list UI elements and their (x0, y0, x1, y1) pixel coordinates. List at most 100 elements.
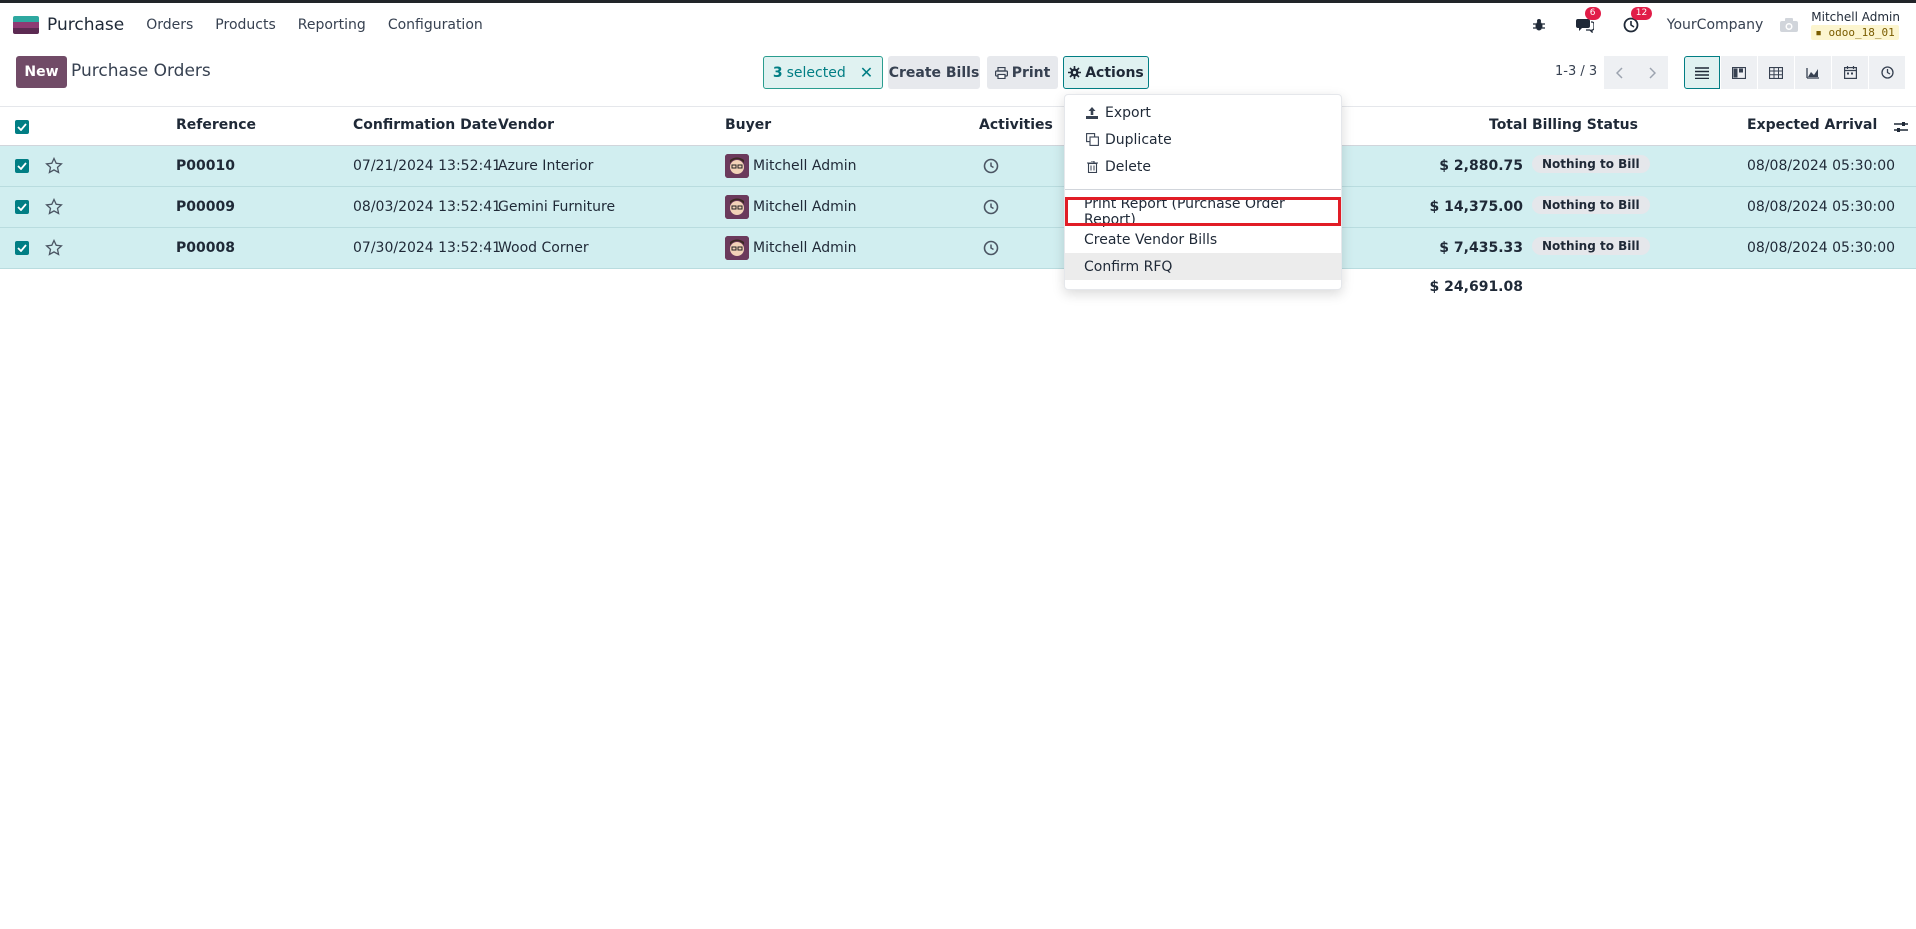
debug-bug-icon[interactable] (1529, 15, 1549, 35)
chevron-right-icon (1649, 66, 1656, 79)
menu-item-label: Print Report (Purchase Order Report) (1084, 195, 1285, 228)
activity-clock-icon[interactable] (983, 199, 999, 215)
pager-value[interactable]: 1-3 / 3 (1555, 64, 1597, 79)
list-view-icon (1695, 66, 1709, 79)
checkmark-icon (17, 244, 27, 252)
purchase-app-icon (13, 15, 39, 34)
create-bills-button[interactable]: Create Bills (888, 56, 980, 89)
activity-clock-icon[interactable] (983, 158, 999, 174)
pivot-view-icon (1769, 66, 1783, 79)
priority-star-icon[interactable] (45, 198, 63, 216)
cell-expected-arrival: 08/08/2024 05:30:00 (1747, 158, 1896, 174)
menu-configuration[interactable]: Configuration (388, 17, 483, 33)
unselect-all-close-icon[interactable]: ✕ (860, 63, 873, 82)
copy-icon (1085, 133, 1099, 147)
cell-vendor: Azure Interior (498, 158, 594, 174)
messages-chat-icon[interactable]: 6 (1575, 6, 1601, 35)
row-checkbox[interactable] (15, 159, 29, 173)
actions-button[interactable]: Actions (1063, 56, 1149, 89)
app-name: Purchase (47, 14, 125, 35)
camera-icon[interactable] (1779, 17, 1799, 33)
menu-item-label: Export (1105, 104, 1151, 121)
column-header-buyer[interactable]: Buyer (725, 117, 771, 133)
menu-item-print-report[interactable]: Print Report (Purchase Order Report) (1065, 195, 1341, 228)
buyer-avatar (725, 195, 749, 219)
app-brand[interactable]: Purchase (13, 15, 124, 35)
user-menu[interactable]: Mitchell Admin ▪ odoo_18_01 (1811, 10, 1900, 40)
column-header-vendor[interactable]: Vendor (498, 117, 554, 133)
selected-count: 3 (772, 64, 783, 81)
table-row[interactable]: P00009 08/03/2024 13:52:41 Gemini Furnit… (0, 187, 1916, 228)
menu-item-duplicate[interactable]: Duplicate (1065, 126, 1341, 153)
view-graph-button[interactable] (1795, 56, 1831, 89)
column-header-reference[interactable]: Reference (176, 117, 256, 133)
kanban-view-icon (1732, 66, 1746, 79)
view-list-button[interactable] (1684, 56, 1720, 89)
cell-confirmation-date: 07/30/2024 13:52:41 (353, 240, 502, 256)
row-checkbox[interactable] (15, 241, 29, 255)
user-name: Mitchell Admin (1811, 9, 1900, 24)
company-switcher[interactable]: YourCompany (1667, 17, 1764, 33)
table-row[interactable]: P00008 07/30/2024 13:52:41 Wood Corner M… (0, 228, 1916, 269)
menu-item-label: Confirm RFQ (1084, 258, 1173, 275)
menu-item-create-vendor-bills[interactable]: Create Vendor Bills (1065, 226, 1341, 253)
menu-item-label: Create Vendor Bills (1084, 231, 1218, 248)
activities-clock-icon[interactable]: 12 (1621, 6, 1653, 35)
buyer-avatar (725, 154, 749, 178)
new-button[interactable]: New (16, 56, 67, 88)
page-title: Purchase Orders (71, 61, 211, 81)
view-kanban-button[interactable] (1721, 56, 1757, 89)
pager-previous-button[interactable] (1604, 56, 1636, 89)
menu-item-export[interactable]: Export (1065, 99, 1341, 126)
selection-badge: 3 selected ✕ (763, 56, 883, 89)
column-header-confirmation-date[interactable]: Confirmation Date (353, 117, 497, 133)
priority-star-icon[interactable] (45, 239, 63, 257)
cell-reference: P00009 (176, 199, 235, 215)
cell-expected-arrival: 08/08/2024 05:30:00 (1747, 240, 1896, 256)
column-header-activities[interactable]: Activities (979, 117, 1053, 133)
cell-expected-arrival: 08/08/2024 05:30:00 (1747, 199, 1896, 215)
main-navbar: Purchase Orders Products Reporting Confi… (0, 3, 1916, 46)
column-header-billing-status[interactable]: Billing Status (1532, 117, 1638, 133)
selected-label: selected (786, 64, 846, 81)
menu-item-delete[interactable]: Delete (1065, 153, 1341, 180)
view-activity-button[interactable] (1869, 56, 1905, 89)
billing-status-badge: Nothing to Bill (1532, 196, 1650, 214)
priority-star-icon[interactable] (45, 157, 63, 175)
checkmark-icon (17, 203, 27, 211)
cell-buyer: Mitchell Admin (753, 240, 857, 256)
checkmark-icon (17, 123, 27, 131)
billing-status-badge: Nothing to Bill (1532, 237, 1650, 255)
cell-total: $ 7,435.33 (1439, 240, 1523, 256)
menu-orders[interactable]: Orders (146, 17, 193, 33)
optional-columns-sliders-icon[interactable] (1894, 120, 1908, 134)
print-button[interactable]: Print (987, 56, 1058, 89)
column-header-expected-arrival[interactable]: Expected Arrival (1747, 117, 1877, 133)
cell-reference: P00008 (176, 240, 235, 256)
actions-dropdown-menu: Export Duplicate Delete Print Report (Pu… (1064, 94, 1342, 290)
upload-icon (1085, 106, 1099, 120)
top-menu: Orders Products Reporting Configuration (134, 17, 493, 33)
trash-icon (1085, 160, 1099, 174)
print-icon (994, 66, 1008, 79)
cell-vendor: Wood Corner (498, 240, 589, 256)
view-pivot-button[interactable] (1758, 56, 1794, 89)
activity-view-clock-icon (1880, 66, 1894, 79)
gear-icon (1068, 66, 1082, 79)
menu-products[interactable]: Products (215, 17, 275, 33)
menu-item-confirm-rfq[interactable]: Confirm RFQ (1065, 253, 1341, 280)
view-calendar-button[interactable] (1832, 56, 1868, 89)
table-row[interactable]: P00010 07/21/2024 13:52:41 Azure Interio… (0, 146, 1916, 187)
cell-reference: P00010 (176, 158, 235, 174)
pager-next-button[interactable] (1636, 56, 1668, 89)
menu-item-label: Delete (1105, 158, 1151, 175)
column-header-total[interactable]: Total (1489, 117, 1527, 133)
select-all-checkbox[interactable] (15, 120, 29, 134)
menu-reporting[interactable]: Reporting (298, 17, 366, 33)
buyer-avatar (725, 236, 749, 260)
cell-total: $ 2,880.75 (1439, 158, 1523, 174)
database-icon: ▪ (1815, 25, 1829, 39)
activity-clock-icon[interactable] (983, 240, 999, 256)
row-checkbox[interactable] (15, 200, 29, 214)
database-badge: ▪ odoo_18_01 (1811, 24, 1899, 40)
